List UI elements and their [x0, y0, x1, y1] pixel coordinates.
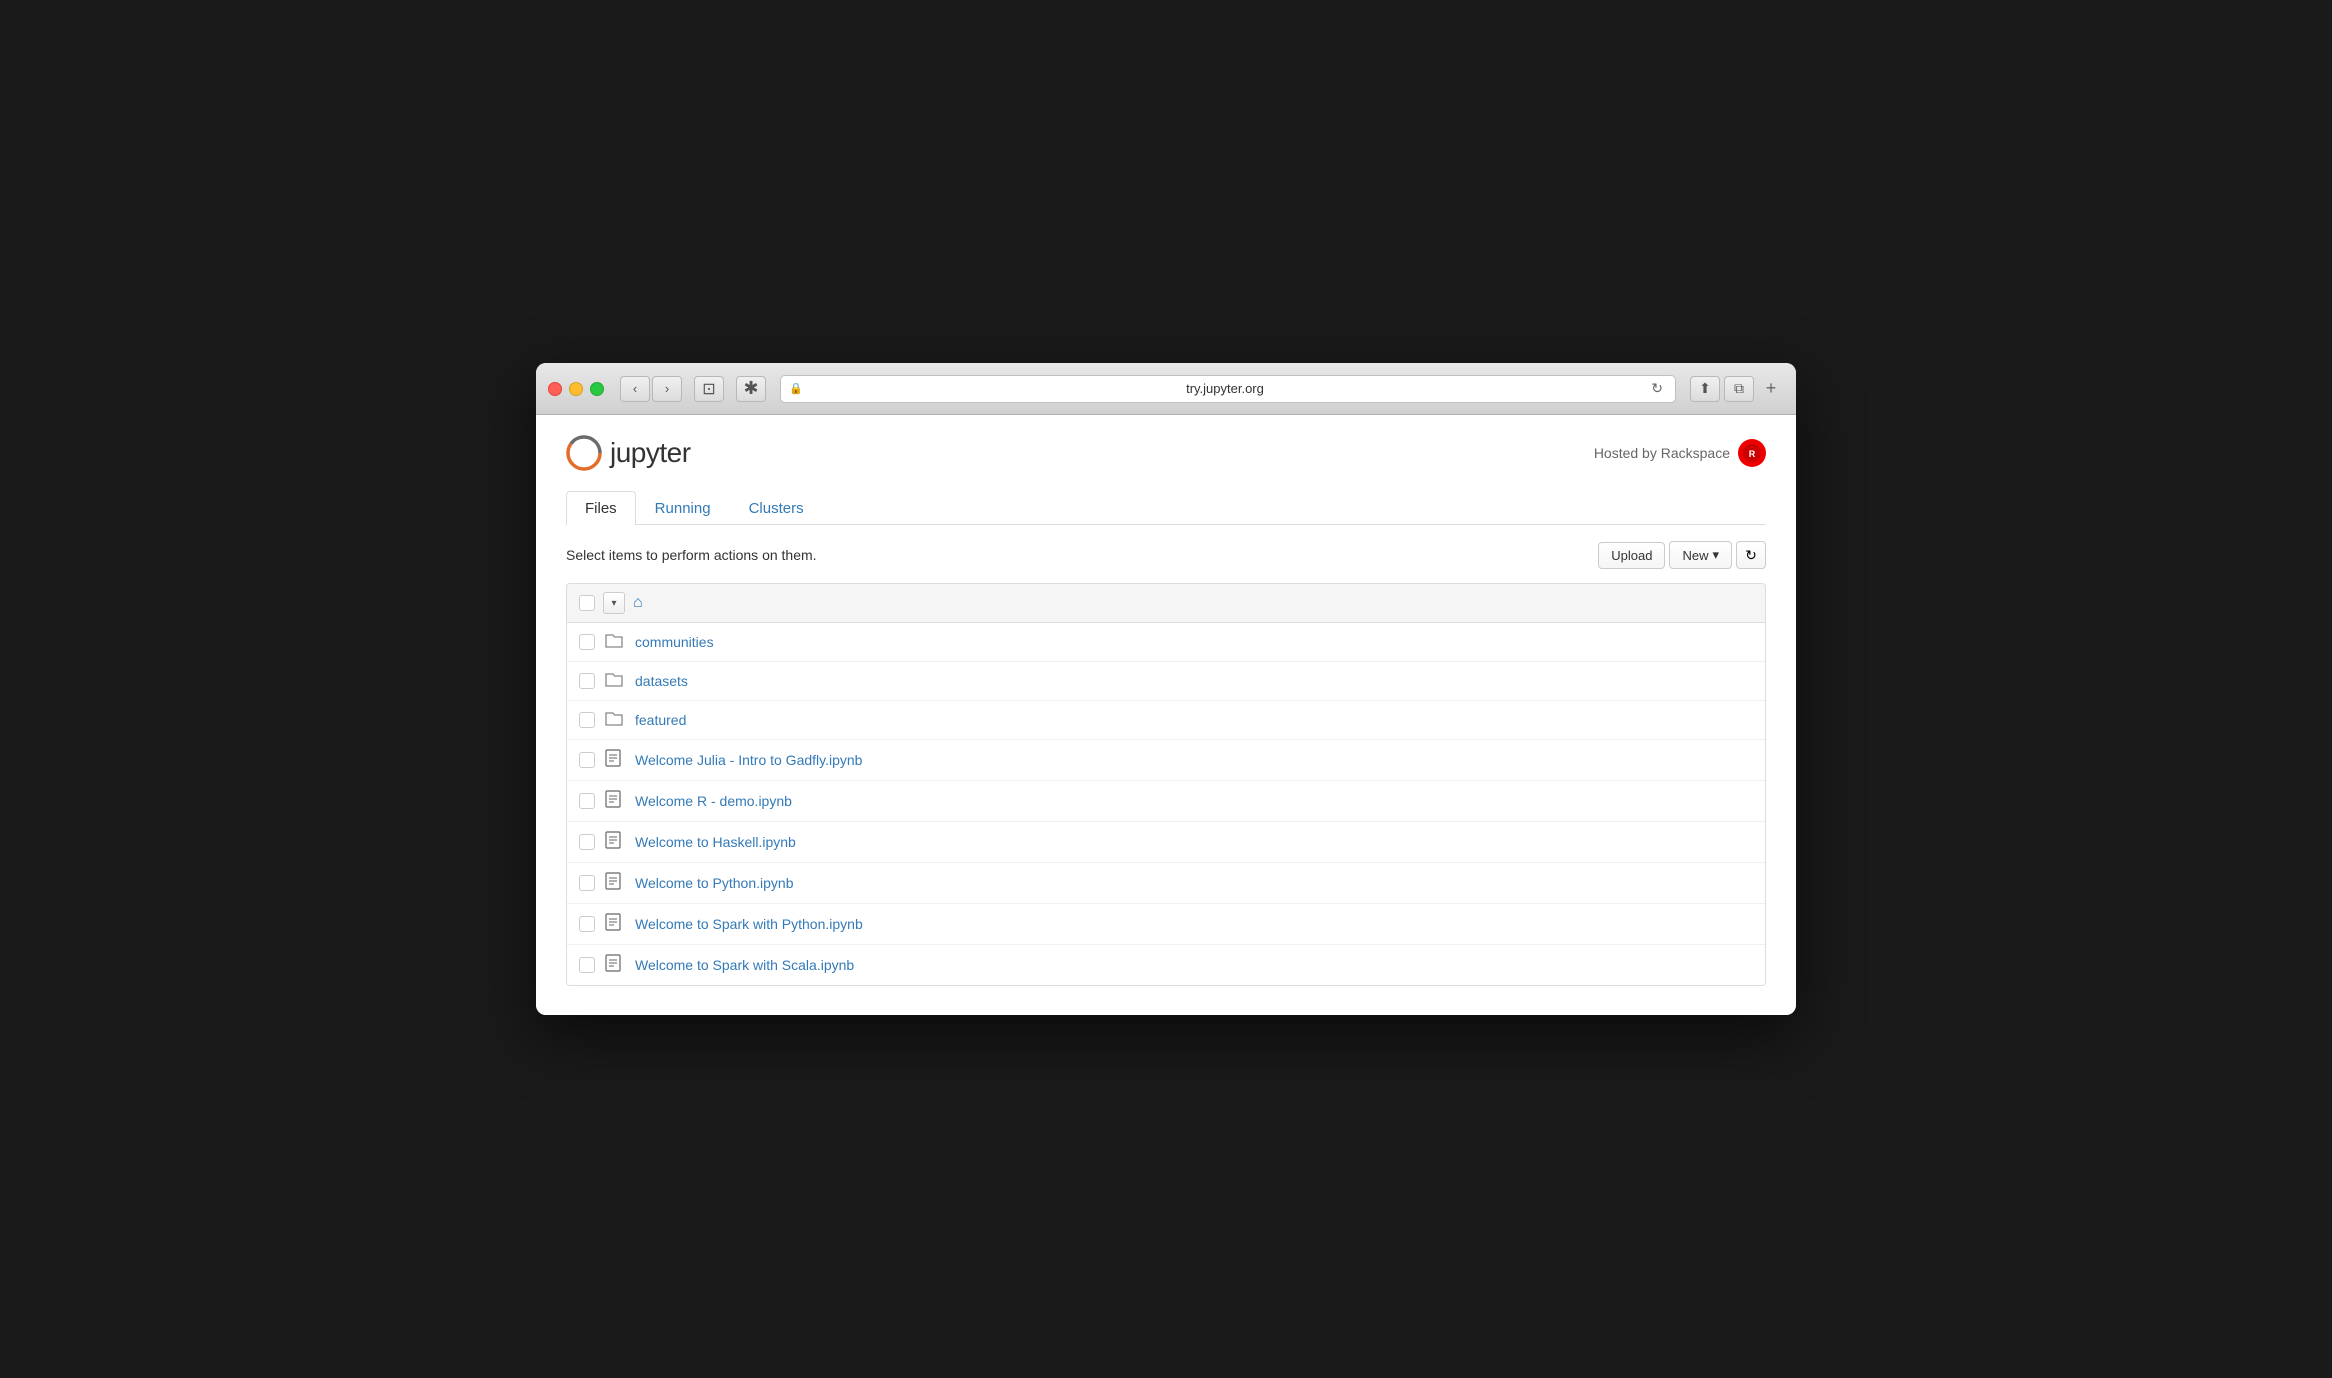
tabs-container: Files Running Clusters [566, 491, 1766, 525]
notebook-icon [605, 831, 625, 853]
file-link-spark-scala[interactable]: Welcome to Spark with Scala.ipynb [635, 957, 854, 973]
list-item: Welcome to Haskell.ipynb [567, 822, 1765, 863]
file-link-r[interactable]: Welcome R - demo.ipynb [635, 793, 792, 809]
file-link-featured[interactable]: featured [635, 712, 686, 728]
notebook-icon [605, 790, 625, 812]
forward-button[interactable]: › [652, 376, 682, 402]
list-item: Welcome to Spark with Python.ipynb [567, 904, 1765, 945]
list-item: datasets [567, 662, 1765, 701]
rackspace-logo: R [1738, 439, 1766, 467]
item-checkbox-5[interactable] [579, 834, 595, 850]
item-checkbox-3[interactable] [579, 752, 595, 768]
home-icon[interactable]: ⌂ [633, 594, 643, 612]
item-checkbox-4[interactable] [579, 793, 595, 809]
list-item: Welcome to Spark with Scala.ipynb [567, 945, 1765, 985]
hosted-by-label: Hosted by Rackspace R [1594, 439, 1766, 467]
item-checkbox-1[interactable] [579, 673, 595, 689]
add-tab-icon: + [1766, 378, 1777, 399]
item-checkbox-7[interactable] [579, 916, 595, 932]
traffic-lights [548, 382, 604, 396]
sidebar-button[interactable]: ⊡ [694, 376, 724, 402]
forward-icon: › [665, 381, 669, 396]
toolbar-row: Select items to perform actions on them.… [566, 541, 1766, 569]
list-item: Welcome to Python.ipynb [567, 863, 1765, 904]
select-items-text: Select items to perform actions on them. [566, 547, 817, 563]
refresh-files-icon: ↻ [1745, 547, 1757, 564]
jupyter-logo: jupyter [566, 435, 691, 471]
folder-icon [605, 671, 625, 691]
svg-text:R: R [1749, 449, 1756, 459]
list-item: featured [567, 701, 1765, 740]
action-buttons: Upload New ▾ ↻ [1598, 541, 1766, 569]
jupyter-logo-icon [566, 435, 602, 471]
file-list-header: ▾ ⌂ [567, 584, 1765, 623]
minimize-button[interactable] [569, 382, 583, 396]
notebook-icon [605, 954, 625, 976]
header-dropdown-button[interactable]: ▾ [603, 592, 625, 614]
refresh-files-button[interactable]: ↻ [1736, 541, 1766, 569]
duplicate-button[interactable]: ⧉ [1724, 376, 1754, 402]
notebook-icon [605, 872, 625, 894]
jupyter-logo-text: jupyter [610, 437, 691, 469]
file-link-julia[interactable]: Welcome Julia - Intro to Gadfly.ipynb [635, 752, 862, 768]
list-item: communities [567, 623, 1765, 662]
lock-icon: 🔒 [789, 382, 803, 395]
url-text: try.jupyter.org [809, 381, 1642, 396]
upload-button[interactable]: Upload [1598, 542, 1665, 569]
file-link-datasets[interactable]: datasets [635, 673, 688, 689]
new-button-label: New [1682, 548, 1708, 563]
page-content: jupyter Hosted by Rackspace R Files Runn… [536, 415, 1796, 1015]
list-item: Welcome Julia - Intro to Gadfly.ipynb [567, 740, 1765, 781]
browser-toolbar-right: ⬆ ⧉ + [1690, 376, 1784, 402]
item-checkbox-6[interactable] [579, 875, 595, 891]
share-button[interactable]: ⬆ [1690, 376, 1720, 402]
select-all-checkbox[interactable] [579, 595, 595, 611]
extension-icon: ✱ [743, 378, 758, 399]
tab-clusters[interactable]: Clusters [730, 491, 823, 525]
file-link-python[interactable]: Welcome to Python.ipynb [635, 875, 794, 891]
duplicate-icon: ⧉ [1734, 380, 1744, 397]
folder-icon [605, 710, 625, 730]
folder-icon [605, 632, 625, 652]
maximize-button[interactable] [590, 382, 604, 396]
jupyter-header: jupyter Hosted by Rackspace R [566, 435, 1766, 471]
titlebar: ‹ › ⊡ ✱ 🔒 try.jupyter.org ↻ ⬆ ⧉ + [536, 363, 1796, 415]
back-icon: ‹ [633, 381, 637, 396]
item-checkbox-8[interactable] [579, 957, 595, 973]
file-list-container: ▾ ⌂ communities datasets [566, 583, 1766, 986]
back-button[interactable]: ‹ [620, 376, 650, 402]
browser-window: ‹ › ⊡ ✱ 🔒 try.jupyter.org ↻ ⬆ ⧉ + [536, 363, 1796, 1015]
tab-files[interactable]: Files [566, 491, 636, 525]
sidebar-icon: ⊡ [702, 379, 715, 399]
tab-running[interactable]: Running [636, 491, 730, 525]
list-item: Welcome R - demo.ipynb [567, 781, 1765, 822]
notebook-icon [605, 913, 625, 935]
address-bar[interactable]: 🔒 try.jupyter.org ↻ [780, 375, 1676, 403]
item-checkbox-0[interactable] [579, 634, 595, 650]
file-link-communities[interactable]: communities [635, 634, 714, 650]
nav-buttons: ‹ › [620, 376, 682, 402]
item-checkbox-2[interactable] [579, 712, 595, 728]
file-link-haskell[interactable]: Welcome to Haskell.ipynb [635, 834, 796, 850]
new-button[interactable]: New ▾ [1669, 541, 1732, 569]
new-dropdown-icon: ▾ [1712, 547, 1719, 563]
add-tab-button[interactable]: + [1758, 376, 1784, 402]
file-link-spark-python[interactable]: Welcome to Spark with Python.ipynb [635, 916, 863, 932]
notebook-icon [605, 749, 625, 771]
share-icon: ⬆ [1699, 380, 1711, 397]
close-button[interactable] [548, 382, 562, 396]
page-refresh-icon[interactable]: ↻ [1647, 378, 1667, 399]
extension-button[interactable]: ✱ [736, 376, 766, 402]
